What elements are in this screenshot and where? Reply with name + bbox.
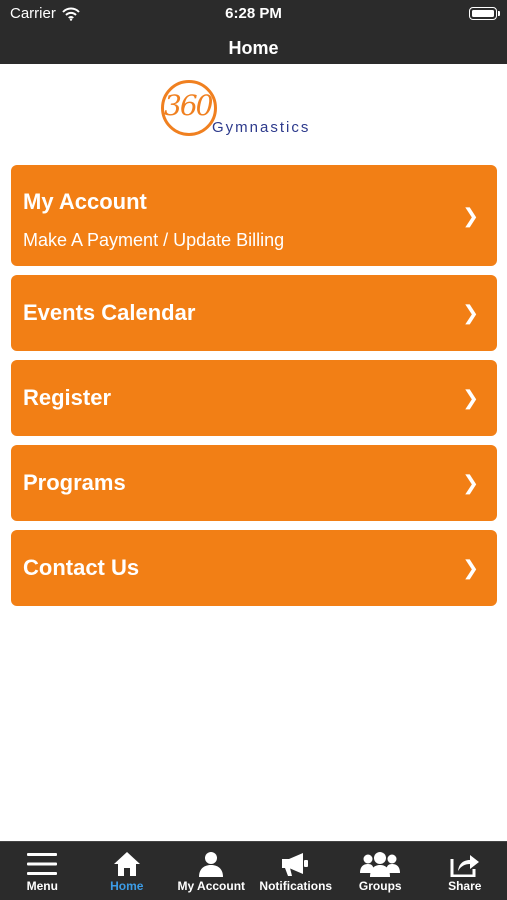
tab-label: Notifications (259, 879, 333, 893)
tab-label: Share (448, 879, 482, 893)
menu-item-title: Register (23, 385, 112, 410)
menu-item-contact-us[interactable]: Contact Us ❯ (11, 530, 497, 606)
chevron-right-icon: ❯ (462, 302, 479, 325)
status-bar: Carrier 6:28 PM (0, 0, 507, 30)
menu-item-programs[interactable]: Programs ❯ (11, 445, 497, 521)
chevron-right-icon: ❯ (462, 557, 479, 580)
logo-number: 360 (164, 89, 213, 122)
tab-label: Menu (26, 879, 58, 893)
menu-item-title: Programs (23, 470, 126, 495)
chevron-right-icon: ❯ (462, 205, 479, 227)
hamburger-icon (27, 853, 58, 875)
tab-share[interactable]: Share (423, 842, 507, 900)
status-time: 6:28 PM (225, 5, 282, 22)
menu-item-events-calendar[interactable]: Events Calendar ❯ (11, 275, 497, 351)
tab-label: Home (110, 879, 144, 893)
tab-label: My Account (177, 879, 246, 893)
gym-logo: 360 Gymnastics (159, 78, 351, 142)
tab-my-account[interactable]: My Account (169, 842, 254, 900)
share-icon (450, 855, 479, 877)
logo-word: Gymnastics (212, 119, 311, 136)
battery-icon (469, 7, 500, 20)
tab-label: Groups (358, 879, 402, 893)
tab-notifications[interactable]: Notifications (254, 842, 339, 900)
page-title: Home (228, 38, 279, 58)
menu-item-subtitle: Make A Payment / Update Billing (23, 230, 285, 250)
person-icon (199, 852, 224, 877)
menu-item-register[interactable]: Register ❯ (11, 360, 497, 436)
tab-home[interactable]: Home (85, 842, 170, 900)
tab-bar: Menu Home My Account Notifications Group… (0, 841, 507, 900)
home-icon (113, 852, 140, 876)
nav-bar: Home (0, 30, 507, 64)
megaphone-icon (281, 853, 308, 876)
menu-item-title: My Account (23, 189, 147, 214)
group-icon (360, 852, 401, 877)
chevron-right-icon: ❯ (462, 387, 479, 410)
menu-item-title: Contact Us (23, 555, 140, 580)
chevron-right-icon: ❯ (462, 472, 479, 495)
menu-item-my-account[interactable]: My Account Make A Payment / Update Billi… (11, 165, 497, 266)
menu-list: My Account Make A Payment / Update Billi… (11, 165, 497, 615)
tab-groups[interactable]: Groups (338, 842, 423, 900)
menu-item-title: Events Calendar (23, 300, 196, 325)
tab-menu[interactable]: Menu (0, 842, 85, 900)
